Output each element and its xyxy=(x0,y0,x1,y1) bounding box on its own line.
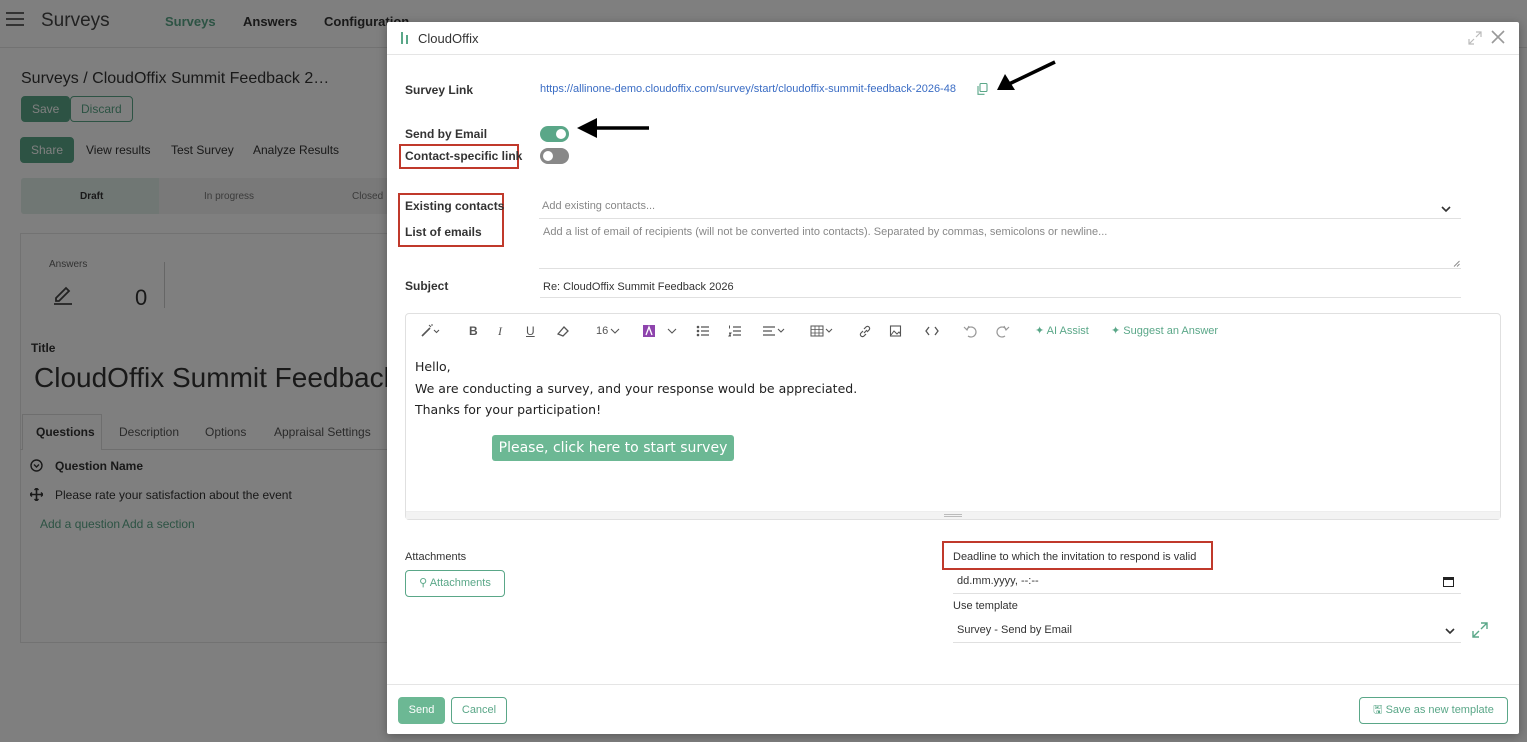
editor-resize-bar[interactable] xyxy=(406,511,1500,519)
attachments-label: Attachments xyxy=(405,551,467,563)
deadline-input[interactable]: dd.mm.yyyy, --:-- xyxy=(953,575,1461,594)
dialog-title: CloudOffix xyxy=(418,31,479,46)
start-survey-cta[interactable]: Please, click here to start survey xyxy=(492,435,734,461)
send-by-email-label: Send by Email xyxy=(405,127,488,141)
existing-contacts-label: Existing contacts xyxy=(405,199,505,213)
underline-icon[interactable]: U xyxy=(526,323,535,339)
annotation-arrow-toggle xyxy=(577,118,649,138)
font-color-icon[interactable] xyxy=(643,323,655,339)
chevron-down-icon[interactable] xyxy=(610,323,620,339)
chevron-down-icon[interactable] xyxy=(1445,626,1455,636)
email-body-editor[interactable]: B I U 16 ✦ AI Assist ✦ Suggest an Answer… xyxy=(405,313,1501,520)
ai-assist-label: AI Assist xyxy=(1046,325,1089,337)
sparkle-icon: ✦ xyxy=(1111,325,1121,337)
send-by-email-toggle[interactable] xyxy=(540,126,569,142)
redo-icon[interactable] xyxy=(996,323,1010,339)
annotation-arrow-copy xyxy=(997,60,1056,90)
save-as-template-button[interactable]: 🖫 Save as new template xyxy=(1359,697,1508,724)
body-line-request: We are conducting a survey, and your res… xyxy=(415,380,858,396)
grip-icon xyxy=(944,514,962,517)
copy-icon[interactable] xyxy=(977,83,988,95)
calendar-icon[interactable] xyxy=(1443,576,1454,587)
attachments-button-label: Attachments xyxy=(429,577,491,589)
email-body-content[interactable]: Hello, We are conducting a survey, and y… xyxy=(415,356,857,421)
cloudoffix-logo-icon xyxy=(401,32,408,44)
italic-icon[interactable]: I xyxy=(498,323,502,339)
floppy-disk-icon: 🖫 xyxy=(1373,704,1383,716)
undo-icon[interactable] xyxy=(963,323,977,339)
bold-icon[interactable]: B xyxy=(469,323,478,339)
send-button[interactable]: Send xyxy=(398,697,445,724)
contact-specific-label: Contact-specific link xyxy=(405,149,523,163)
suggest-answer-label: Suggest an Answer xyxy=(1123,325,1219,337)
close-icon[interactable] xyxy=(1489,28,1507,46)
font-size-select[interactable]: 16 xyxy=(596,323,608,339)
template-select[interactable]: Survey - Send by Email xyxy=(953,624,1461,643)
table-icon[interactable] xyxy=(810,323,834,339)
list-of-emails-placeholder: Add a list of email of recipients (will … xyxy=(543,226,1108,238)
deadline-label: Deadline to which the invitation to resp… xyxy=(953,551,1197,563)
subject-label: Subject xyxy=(405,279,449,293)
body-line-greeting: Hello, xyxy=(415,359,451,374)
sparkle-icon: ✦ xyxy=(1035,325,1045,337)
open-external-icon[interactable] xyxy=(1471,621,1489,639)
attachments-button[interactable]: ⚲ Attachments xyxy=(405,570,505,597)
survey-link[interactable]: https://allinone-demo.cloudoffix.com/sur… xyxy=(540,83,956,95)
chevron-down-icon[interactable] xyxy=(667,323,677,339)
resize-handle-icon[interactable] xyxy=(1453,260,1460,267)
contact-specific-toggle[interactable] xyxy=(540,148,569,164)
body-line-thanks: Thanks for your participation! xyxy=(415,402,602,417)
save-as-template-label: Save as new template xyxy=(1385,704,1494,716)
bullet-list-icon[interactable] xyxy=(696,323,710,339)
dialog-header: CloudOffix xyxy=(387,22,1519,55)
suggest-answer-button[interactable]: ✦ Suggest an Answer xyxy=(1111,323,1218,339)
dialog-footer: Send Cancel 🖫 Save as new template xyxy=(387,684,1519,734)
subject-input[interactable]: Re: CloudOffix Summit Feedback 2026 xyxy=(540,281,1461,298)
send-survey-dialog: CloudOffix Survey Link https://allinone-… xyxy=(387,22,1519,734)
ai-assist-button[interactable]: ✦ AI Assist xyxy=(1035,323,1089,339)
cancel-button[interactable]: Cancel xyxy=(451,697,507,724)
image-icon[interactable] xyxy=(889,323,903,339)
align-icon[interactable] xyxy=(762,323,786,339)
magic-wand-icon[interactable] xyxy=(420,323,442,339)
numbered-list-icon[interactable] xyxy=(728,323,742,339)
eraser-icon[interactable] xyxy=(556,323,570,339)
link-icon[interactable] xyxy=(858,323,872,339)
list-of-emails-label: List of emails xyxy=(405,225,482,239)
use-template-label: Use template xyxy=(953,600,1018,612)
code-view-icon[interactable] xyxy=(925,323,939,339)
chevron-down-icon[interactable] xyxy=(1441,204,1451,214)
survey-link-label: Survey Link xyxy=(405,83,474,97)
expand-icon[interactable] xyxy=(1468,31,1482,45)
list-of-emails-textarea[interactable]: Add a list of email of recipients (will … xyxy=(539,223,1461,269)
paperclip-icon: ⚲ xyxy=(419,577,428,589)
existing-contacts-input[interactable]: Add existing contacts... xyxy=(539,200,1461,219)
